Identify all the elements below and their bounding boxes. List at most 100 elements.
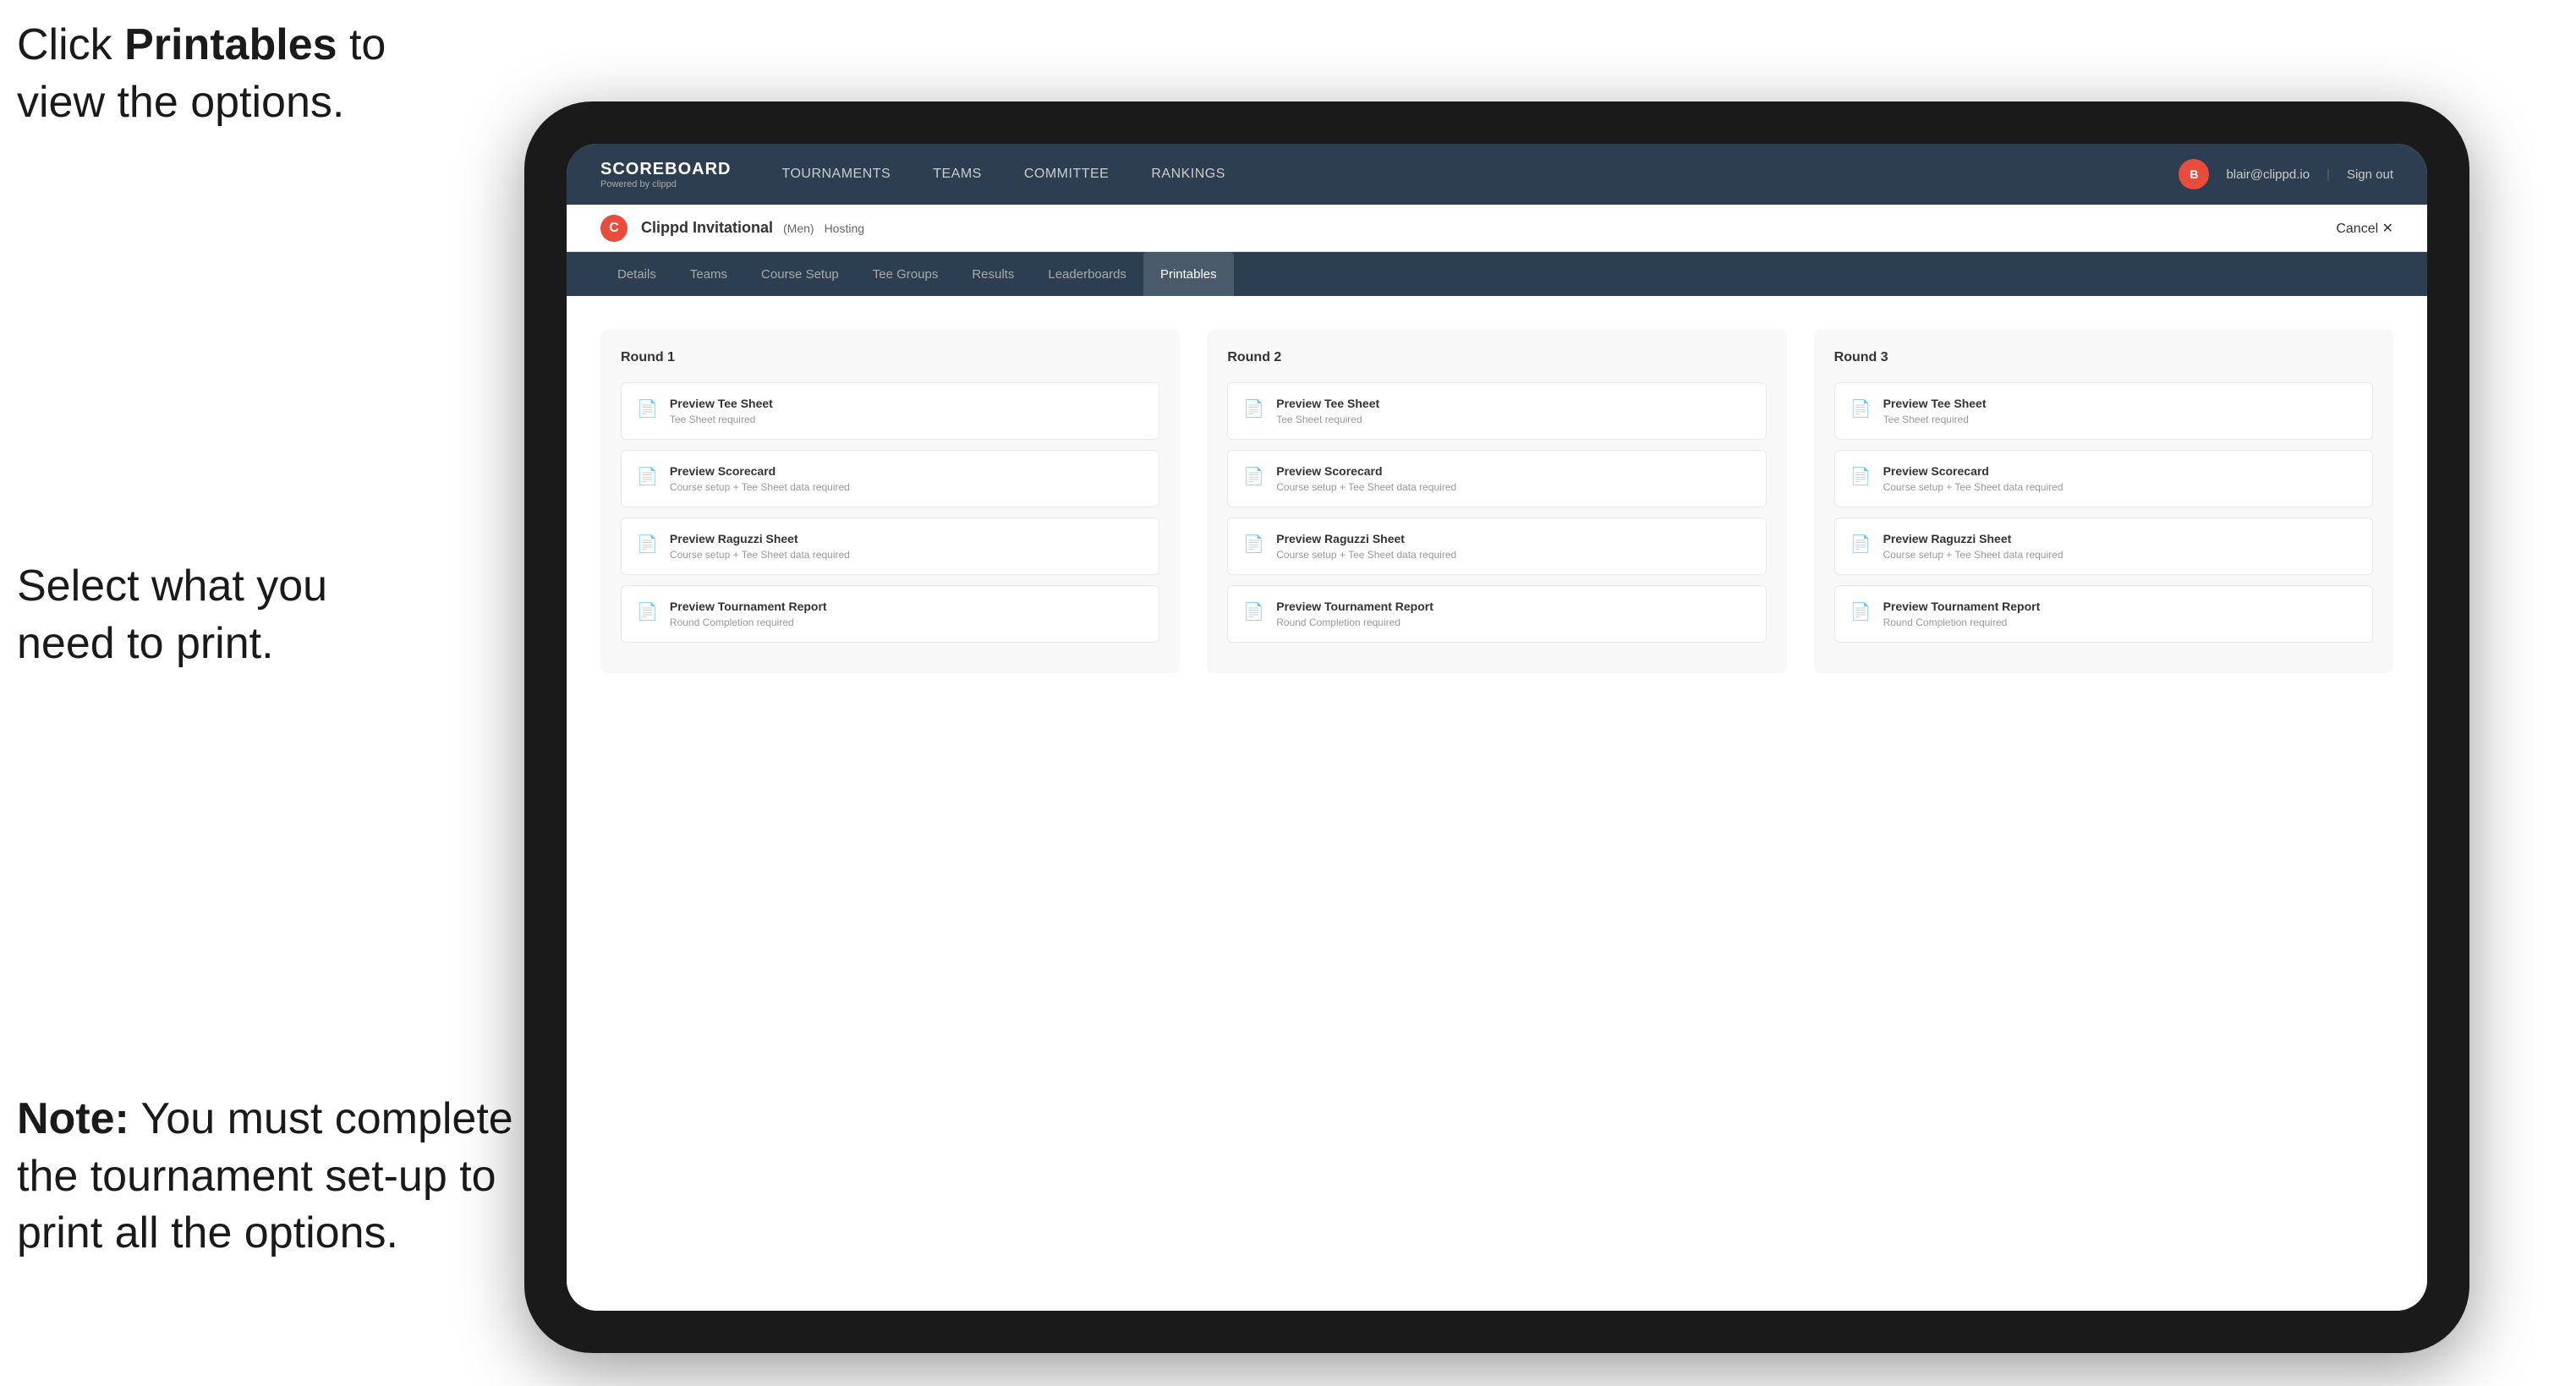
tee-sheet-title-r3: Preview Tee Sheet (1883, 397, 1987, 410)
raguzzi-subtitle-r2: Course setup + Tee Sheet data required (1276, 549, 1456, 561)
round-1-column: Round 1 📄 Preview Tee Sheet Tee Sheet re… (600, 330, 1180, 673)
raguzzi-icon: 📄 (637, 534, 658, 555)
round-2-column: Round 2 📄 Preview Tee Sheet Tee Sheet re… (1207, 330, 1786, 673)
brand-subtitle: Powered by clippd (600, 179, 731, 189)
scorecard-subtitle-r3: Course setup + Tee Sheet data required (1883, 481, 2064, 493)
rounds-container: Round 1 📄 Preview Tee Sheet Tee Sheet re… (600, 330, 2393, 673)
tab-tee-groups[interactable]: Tee Groups (856, 252, 956, 296)
scorecard-subtitle-r2: Course setup + Tee Sheet data required (1276, 481, 1456, 493)
report-subtitle-r3: Round Completion required (1883, 616, 2041, 628)
content-area: Round 1 📄 Preview Tee Sheet Tee Sheet re… (567, 296, 2427, 1311)
round3-scorecard[interactable]: 📄 Preview Scorecard Course setup + Tee S… (1834, 450, 2373, 507)
brand-title: SCOREBOARD (600, 160, 731, 179)
printables-bold: Printables (124, 20, 337, 69)
tournament-status: Hosting (825, 222, 864, 235)
report-subtitle: Round Completion required (670, 616, 827, 628)
round1-tee-sheet[interactable]: 📄 Preview Tee Sheet Tee Sheet required (621, 382, 1159, 440)
scorecard-title: Preview Scorecard (670, 464, 850, 478)
nav-tournaments[interactable]: TOURNAMENTS (781, 163, 891, 185)
tab-details[interactable]: Details (600, 252, 673, 296)
raguzzi-title: Preview Raguzzi Sheet (670, 532, 850, 545)
round2-scorecard[interactable]: 📄 Preview Scorecard Course setup + Tee S… (1227, 450, 1766, 507)
round1-scorecard[interactable]: 📄 Preview Scorecard Course setup + Tee S… (621, 450, 1159, 507)
instruction-top: Click Printables to view the options. (17, 17, 474, 131)
round-1-title: Round 1 (621, 350, 1159, 365)
raguzzi-subtitle-r3: Course setup + Tee Sheet data required (1883, 549, 2064, 561)
report-title-r2: Preview Tournament Report (1276, 600, 1433, 613)
sign-out-link[interactable]: Sign out (2347, 167, 2393, 182)
note-bold: Note: (17, 1094, 129, 1143)
raguzzi-content-r2: Preview Raguzzi Sheet Course setup + Tee… (1276, 532, 1456, 561)
tee-sheet-icon-r3: 📄 (1850, 398, 1872, 419)
scorecard-icon: 📄 (637, 466, 658, 487)
tee-sheet-content-r2: Preview Tee Sheet Tee Sheet required (1276, 397, 1379, 425)
round2-tournament-report[interactable]: 📄 Preview Tournament Report Round Comple… (1227, 585, 1766, 643)
tab-navigation: Details Teams Course Setup Tee Groups Re… (567, 252, 2427, 296)
report-content-r2: Preview Tournament Report Round Completi… (1276, 600, 1433, 628)
round3-tournament-report[interactable]: 📄 Preview Tournament Report Round Comple… (1834, 585, 2373, 643)
tab-results[interactable]: Results (955, 252, 1031, 296)
tab-printables[interactable]: Printables (1143, 252, 1234, 296)
raguzzi-icon-r3: 📄 (1850, 534, 1872, 555)
user-email: blair@clippd.io (2226, 167, 2310, 182)
round1-raguzzi[interactable]: 📄 Preview Raguzzi Sheet Course setup + T… (621, 518, 1159, 575)
round-2-title: Round 2 (1227, 350, 1766, 365)
round2-tee-sheet[interactable]: 📄 Preview Tee Sheet Tee Sheet required (1227, 382, 1766, 440)
instruction-middle: Select what youneed to print. (17, 558, 474, 672)
tournament-type: (Men) (783, 222, 814, 235)
report-subtitle-r2: Round Completion required (1276, 616, 1433, 628)
round3-raguzzi[interactable]: 📄 Preview Raguzzi Sheet Course setup + T… (1834, 518, 2373, 575)
raguzzi-subtitle: Course setup + Tee Sheet data required (670, 549, 850, 561)
nav-rankings[interactable]: RANKINGS (1151, 163, 1225, 185)
scorecard-content-r3: Preview Scorecard Course setup + Tee She… (1883, 464, 2064, 493)
tablet-device: SCOREBOARD Powered by clippd TOURNAMENTS… (524, 101, 2469, 1353)
round-3-column: Round 3 📄 Preview Tee Sheet Tee Sheet re… (1814, 330, 2393, 673)
tablet-screen: SCOREBOARD Powered by clippd TOURNAMENTS… (567, 144, 2427, 1311)
scorecard-content-r2: Preview Scorecard Course setup + Tee She… (1276, 464, 1456, 493)
report-icon-r3: 📄 (1850, 601, 1872, 622)
nav-committee[interactable]: COMMITTEE (1024, 163, 1110, 185)
main-nav: TOURNAMENTS TEAMS COMMITTEE RANKINGS (781, 163, 2179, 185)
report-title-r3: Preview Tournament Report (1883, 600, 2041, 613)
tee-sheet-subtitle-r2: Tee Sheet required (1276, 414, 1379, 425)
instruction-bottom: Note: You must complete the tournament s… (17, 1091, 524, 1263)
tab-leaderboards[interactable]: Leaderboards (1031, 252, 1143, 296)
nav-teams[interactable]: TEAMS (933, 163, 982, 185)
tournament-name: Clippd Invitational (641, 219, 773, 237)
scorecard-icon-r3: 📄 (1850, 466, 1872, 487)
report-icon: 📄 (637, 601, 658, 622)
tee-sheet-title: Preview Tee Sheet (670, 397, 773, 410)
tee-sheet-subtitle: Tee Sheet required (670, 414, 773, 425)
tee-sheet-content: Preview Tee Sheet Tee Sheet required (670, 397, 773, 425)
tab-course-setup[interactable]: Course Setup (744, 252, 856, 296)
report-icon-r2: 📄 (1243, 601, 1264, 622)
cancel-button[interactable]: Cancel ✕ (2336, 220, 2393, 237)
raguzzi-title-r2: Preview Raguzzi Sheet (1276, 532, 1456, 545)
round3-tee-sheet[interactable]: 📄 Preview Tee Sheet Tee Sheet required (1834, 382, 2373, 440)
app-header: SCOREBOARD Powered by clippd TOURNAMENTS… (567, 144, 2427, 205)
tee-sheet-title-r2: Preview Tee Sheet (1276, 397, 1379, 410)
raguzzi-content: Preview Raguzzi Sheet Course setup + Tee… (670, 532, 850, 561)
tournament-logo-letter: C (609, 221, 619, 236)
scorecard-subtitle: Course setup + Tee Sheet data required (670, 481, 850, 493)
scoreboard-brand: SCOREBOARD Powered by clippd (600, 160, 731, 189)
tab-teams[interactable]: Teams (673, 252, 744, 296)
user-avatar: B (2179, 159, 2209, 189)
tee-sheet-content-r3: Preview Tee Sheet Tee Sheet required (1883, 397, 1987, 425)
scorecard-title-r2: Preview Scorecard (1276, 464, 1456, 478)
round2-raguzzi[interactable]: 📄 Preview Raguzzi Sheet Course setup + T… (1227, 518, 1766, 575)
tee-sheet-icon-r2: 📄 (1243, 398, 1264, 419)
raguzzi-title-r3: Preview Raguzzi Sheet (1883, 532, 2064, 545)
tee-sheet-subtitle-r3: Tee Sheet required (1883, 414, 1987, 425)
header-divider: | (2327, 167, 2330, 182)
tournament-logo: C (600, 215, 628, 242)
scorecard-content: Preview Scorecard Course setup + Tee She… (670, 464, 850, 493)
round-3-title: Round 3 (1834, 350, 2373, 365)
report-content-r3: Preview Tournament Report Round Completi… (1883, 600, 2041, 628)
round1-tournament-report[interactable]: 📄 Preview Tournament Report Round Comple… (621, 585, 1159, 643)
report-title: Preview Tournament Report (670, 600, 827, 613)
header-right: B blair@clippd.io | Sign out (2179, 159, 2393, 189)
scorecard-title-r3: Preview Scorecard (1883, 464, 2064, 478)
tee-sheet-icon: 📄 (637, 398, 658, 419)
scorecard-icon-r2: 📄 (1243, 466, 1264, 487)
